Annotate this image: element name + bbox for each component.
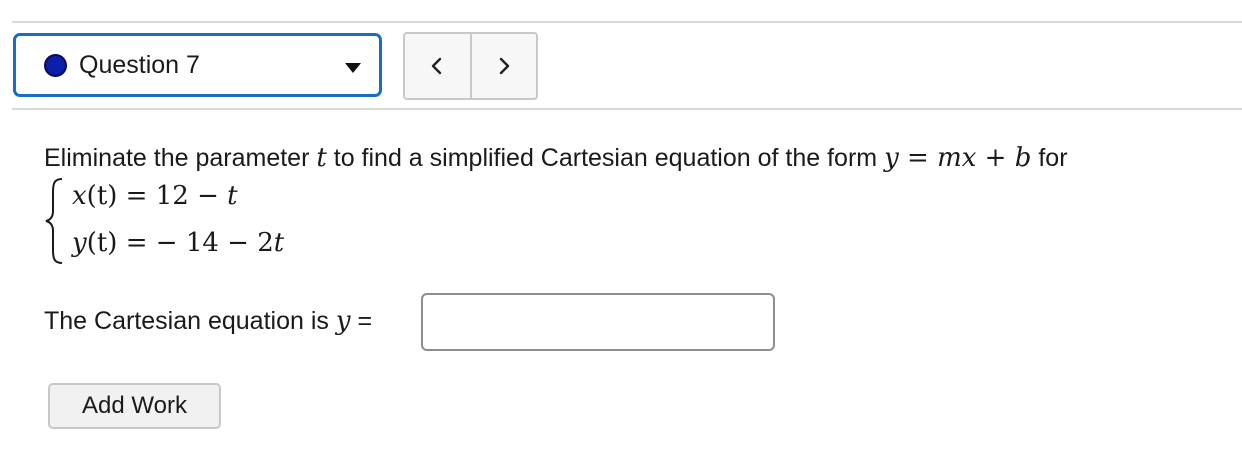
status-dot-icon bbox=[44, 53, 67, 77]
answer-label: The Cartesian equation is y = bbox=[44, 306, 373, 336]
top-divider bbox=[12, 21, 1242, 23]
param-variable: t bbox=[316, 143, 327, 173]
equation-y: y(t) = − 14 − 2t bbox=[72, 228, 285, 258]
next-question-button[interactable] bbox=[469, 34, 537, 98]
answer-input[interactable] bbox=[421, 293, 775, 351]
question-prompt: Eliminate the parameter t to find a simp… bbox=[44, 143, 1068, 173]
chevron-right-icon bbox=[499, 57, 509, 75]
left-brace-icon bbox=[45, 178, 63, 264]
section-divider bbox=[12, 108, 1242, 110]
caret-down-icon bbox=[345, 63, 361, 73]
form-expression: y = mx + b bbox=[884, 143, 1032, 173]
chevron-left-icon bbox=[432, 57, 442, 75]
equation-x: x(t) = 12 − t bbox=[72, 181, 238, 211]
question-label: Question 7 bbox=[79, 50, 200, 79]
question-selector[interactable]: Question 7 bbox=[13, 33, 382, 97]
previous-question-button[interactable] bbox=[405, 34, 470, 98]
add-work-button[interactable]: Add Work bbox=[48, 383, 221, 429]
question-navigation bbox=[403, 32, 538, 100]
